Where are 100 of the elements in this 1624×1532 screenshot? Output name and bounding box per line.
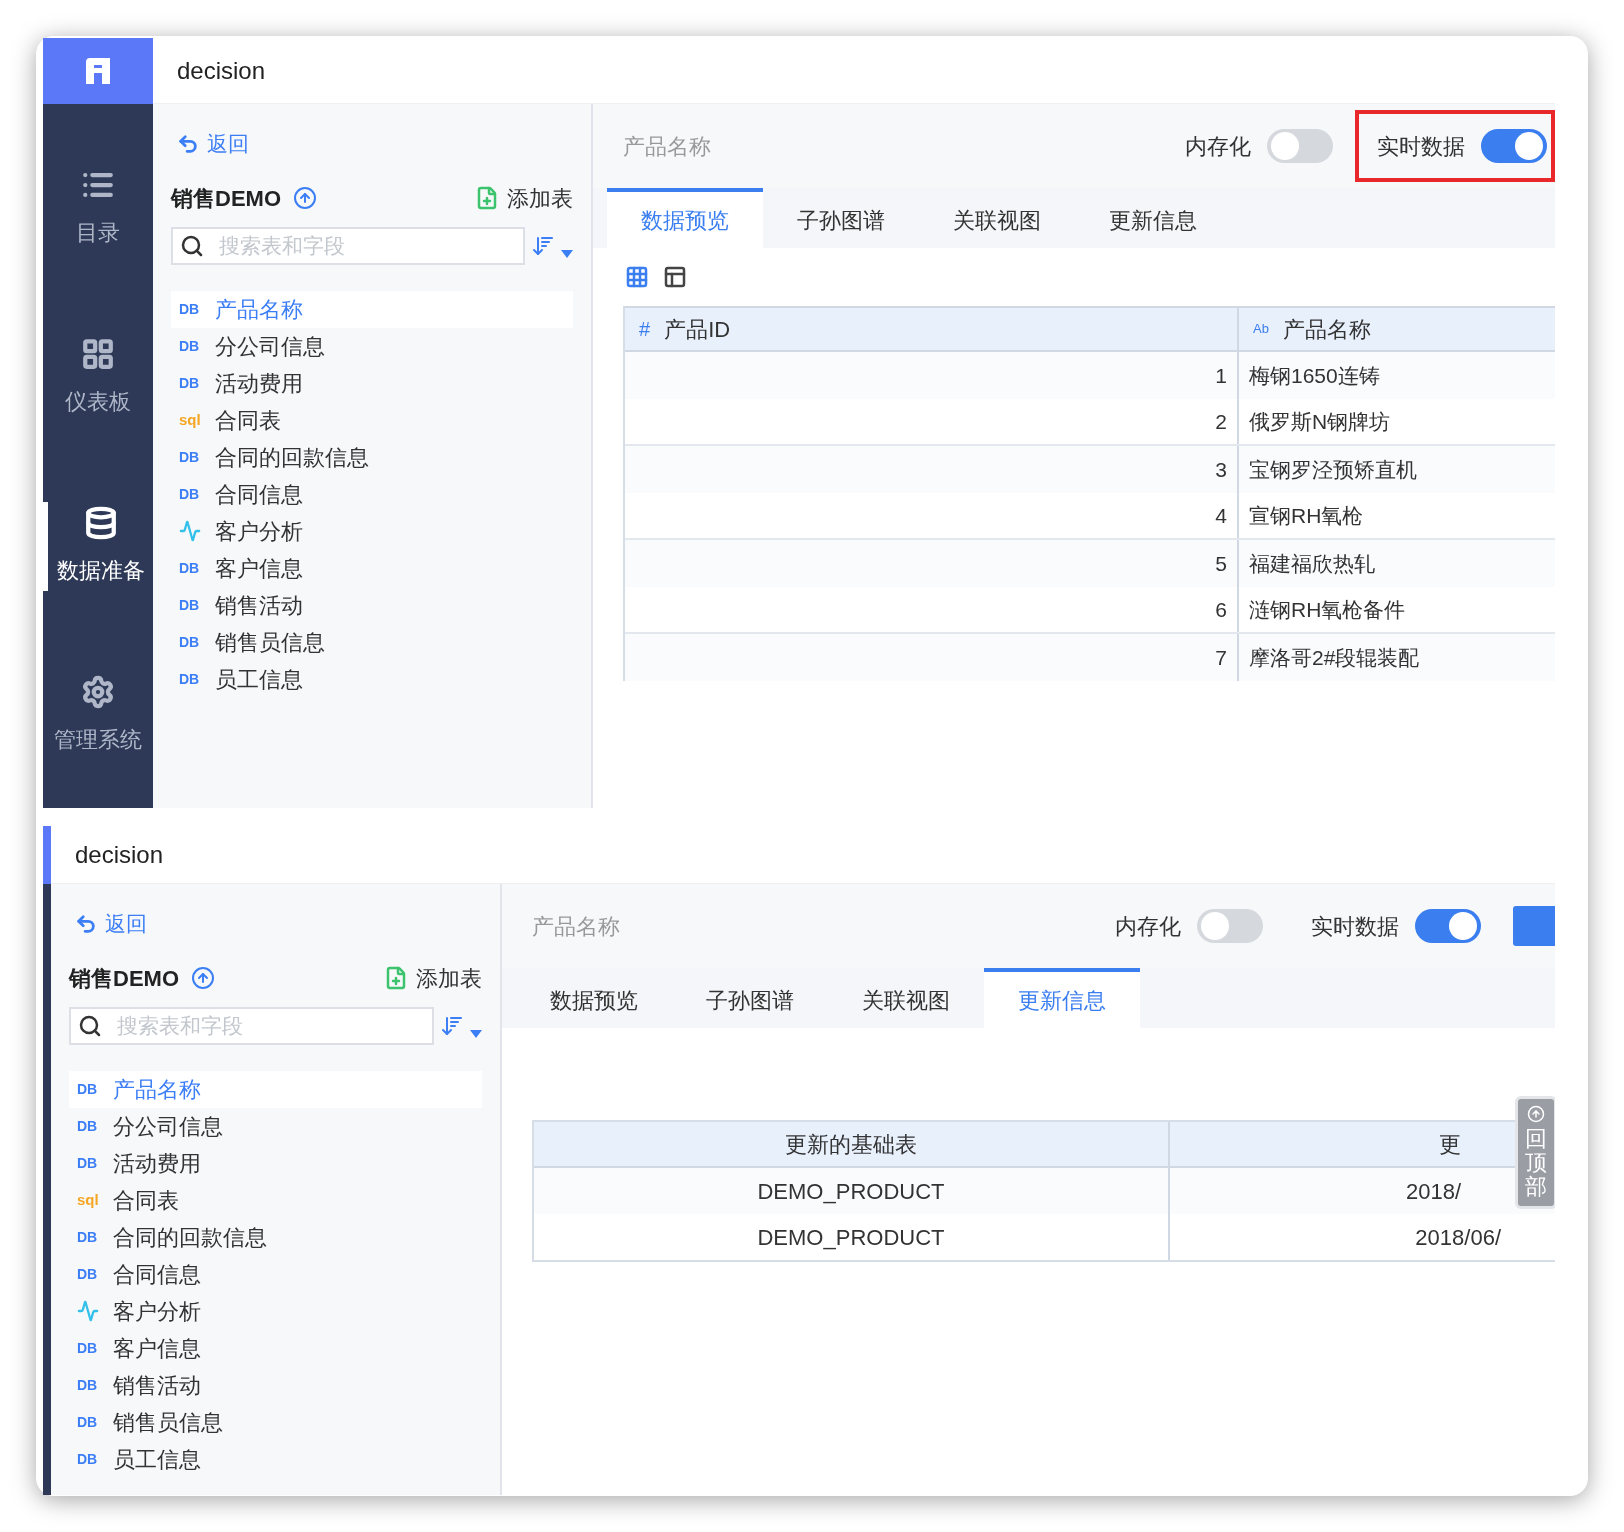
package-title: 销售DEMO [69, 964, 179, 993]
db-tag: DB [77, 1226, 107, 1248]
toggle-switch[interactable] [1197, 909, 1263, 943]
table-cell-text: 宝钢罗泾预矫直机 [1248, 456, 1418, 483]
upload-icon[interactable] [191, 966, 215, 990]
column-header: # 产品ID [625, 308, 1239, 350]
package-title: 销售DEMO [171, 184, 281, 213]
table-cell-text: 涟钢RH氧枪备件 [1248, 596, 1407, 623]
table-list-item[interactable]: DB 活动费用 [69, 1144, 482, 1182]
db-tag: DB [179, 668, 209, 690]
tab[interactable]: 更新信息 [984, 968, 1140, 1028]
table-list-item[interactable]: 客户分析 [171, 512, 573, 550]
caret-icon[interactable] [470, 1029, 482, 1038]
sql-tag: sql [179, 408, 209, 432]
table-list-item[interactable]: sql 合同表 [69, 1181, 482, 1219]
db-tag: DB [179, 446, 209, 468]
table-list-item[interactable]: DB 客户信息 [171, 549, 573, 587]
table-list-item[interactable]: DB 销售员信息 [171, 623, 573, 661]
upload-icon[interactable] [293, 186, 317, 210]
database-icon [83, 506, 118, 540]
file-plus-icon [475, 186, 499, 210]
table-list-item[interactable]: DB 销售员信息 [69, 1403, 482, 1441]
toggle-label: 内存化 [1115, 912, 1181, 941]
table-list-item[interactable]: DB 合同信息 [69, 1255, 482, 1293]
tab[interactable]: 数据预览 [607, 188, 763, 248]
add-table-button[interactable]: 添加表 [475, 181, 573, 215]
table-list-item[interactable]: DB 合同的回款信息 [171, 438, 573, 476]
table-cell-text: 2018/06/ [1415, 1223, 1501, 1252]
toggle-switch[interactable] [1267, 129, 1333, 163]
db-tag: DB [77, 1078, 107, 1100]
caret-icon[interactable] [561, 249, 573, 258]
table-list-item[interactable]: DB 员工信息 [171, 660, 573, 698]
tab[interactable]: 子孙图谱 [672, 968, 828, 1028]
db-tag: DB [179, 594, 209, 616]
search-field[interactable]: 搜索表和字段 [171, 226, 525, 265]
table-cell-text: 福建福欣热轧 [1248, 550, 1376, 577]
toggle-switch[interactable] [1415, 909, 1481, 943]
nav-item[interactable]: 目录 [43, 164, 153, 253]
table-cell: 1 [625, 352, 1239, 399]
table-list-item[interactable]: DB 产品名称 [171, 290, 573, 328]
table-cell-text: 梅钢1650连铸 [1248, 362, 1381, 389]
table-list-item[interactable]: sql 合同表 [171, 401, 573, 439]
db-tag: DB [77, 1337, 107, 1359]
table-list-item[interactable]: DB 员工信息 [69, 1440, 482, 1478]
column-header: 更 [1439, 1130, 1461, 1159]
tab[interactable]: 关联视图 [919, 188, 1075, 248]
table-cell: 7 [625, 634, 1239, 681]
db-tag: DB [179, 557, 209, 579]
layout-view-icon[interactable] [663, 265, 687, 289]
table-list-item[interactable]: DB 合同信息 [171, 475, 573, 513]
nav-item[interactable]: 仪表板 [43, 333, 153, 422]
table-cell-text: 2018/ [1405, 1177, 1461, 1206]
table-cell-text: 俄罗斯N钢牌坊 [1248, 408, 1392, 435]
table-cell: 3 [625, 446, 1239, 493]
table-list-item[interactable]: DB 活动费用 [171, 364, 573, 402]
db-tag: DB [77, 1448, 107, 1470]
search-icon [180, 233, 204, 258]
table-list-item[interactable]: DB 分公司信息 [69, 1107, 482, 1145]
table-cell: 2 [625, 399, 1239, 444]
table-cell-text: DEMO_PRODUCT [757, 1177, 945, 1206]
table-list-item[interactable]: DB 销售活动 [69, 1366, 482, 1404]
file-plus-icon [384, 966, 408, 990]
logo-icon [83, 56, 113, 86]
table-list-item[interactable]: DB 合同的回款信息 [69, 1218, 482, 1256]
table-list-item[interactable]: DB 分公司信息 [171, 327, 573, 365]
add-table-button[interactable]: 添加表 [384, 961, 482, 995]
nav-item[interactable]: 管理系统 [43, 671, 153, 760]
table-list-item[interactable]: DB 销售活动 [171, 586, 573, 624]
back-link[interactable]: 返回 [171, 128, 573, 160]
toggle-label: 实时数据 [1377, 132, 1465, 161]
table-cell: 4 [625, 493, 1239, 538]
tab[interactable]: 关联视图 [828, 968, 984, 1028]
db-tag: DB [179, 335, 209, 357]
sql-tag: sql [77, 1188, 107, 1212]
line-chart-icon [77, 1300, 99, 1322]
toggle-switch[interactable] [1481, 129, 1547, 163]
table-list-item[interactable]: DB 产品名称 [69, 1070, 482, 1108]
toggle-label: 内存化 [1185, 132, 1251, 161]
back-link[interactable]: 返回 [69, 908, 482, 940]
table-view-icon[interactable] [625, 265, 649, 289]
db-tag: DB [179, 298, 209, 320]
undo-icon [75, 912, 97, 935]
search-field[interactable]: 搜索表和字段 [69, 1006, 434, 1045]
table-list-item[interactable]: DB 客户信息 [69, 1329, 482, 1367]
tab[interactable]: 子孙图谱 [763, 188, 919, 248]
table-cell: 5 [625, 540, 1239, 587]
table-cell-text: DEMO_PRODUCT [757, 1223, 945, 1252]
table-cell-text: 宣钢RH氧枪 [1248, 502, 1365, 529]
db-tag: DB [77, 1152, 107, 1174]
db-tag: DB [77, 1411, 107, 1433]
app-title: decision [75, 839, 164, 870]
toggle-label: 实时数据 [1311, 912, 1399, 941]
db-tag: DB [179, 631, 209, 653]
tab[interactable]: 数据预览 [516, 968, 672, 1028]
table-list-item[interactable]: 客户分析 [69, 1292, 482, 1330]
line-chart-icon [179, 520, 201, 542]
column-header: 更新的基础表 [785, 1130, 917, 1159]
tab[interactable]: 更新信息 [1075, 188, 1231, 248]
table-title: 产品名称 [623, 132, 711, 161]
db-tag: DB [77, 1263, 107, 1285]
